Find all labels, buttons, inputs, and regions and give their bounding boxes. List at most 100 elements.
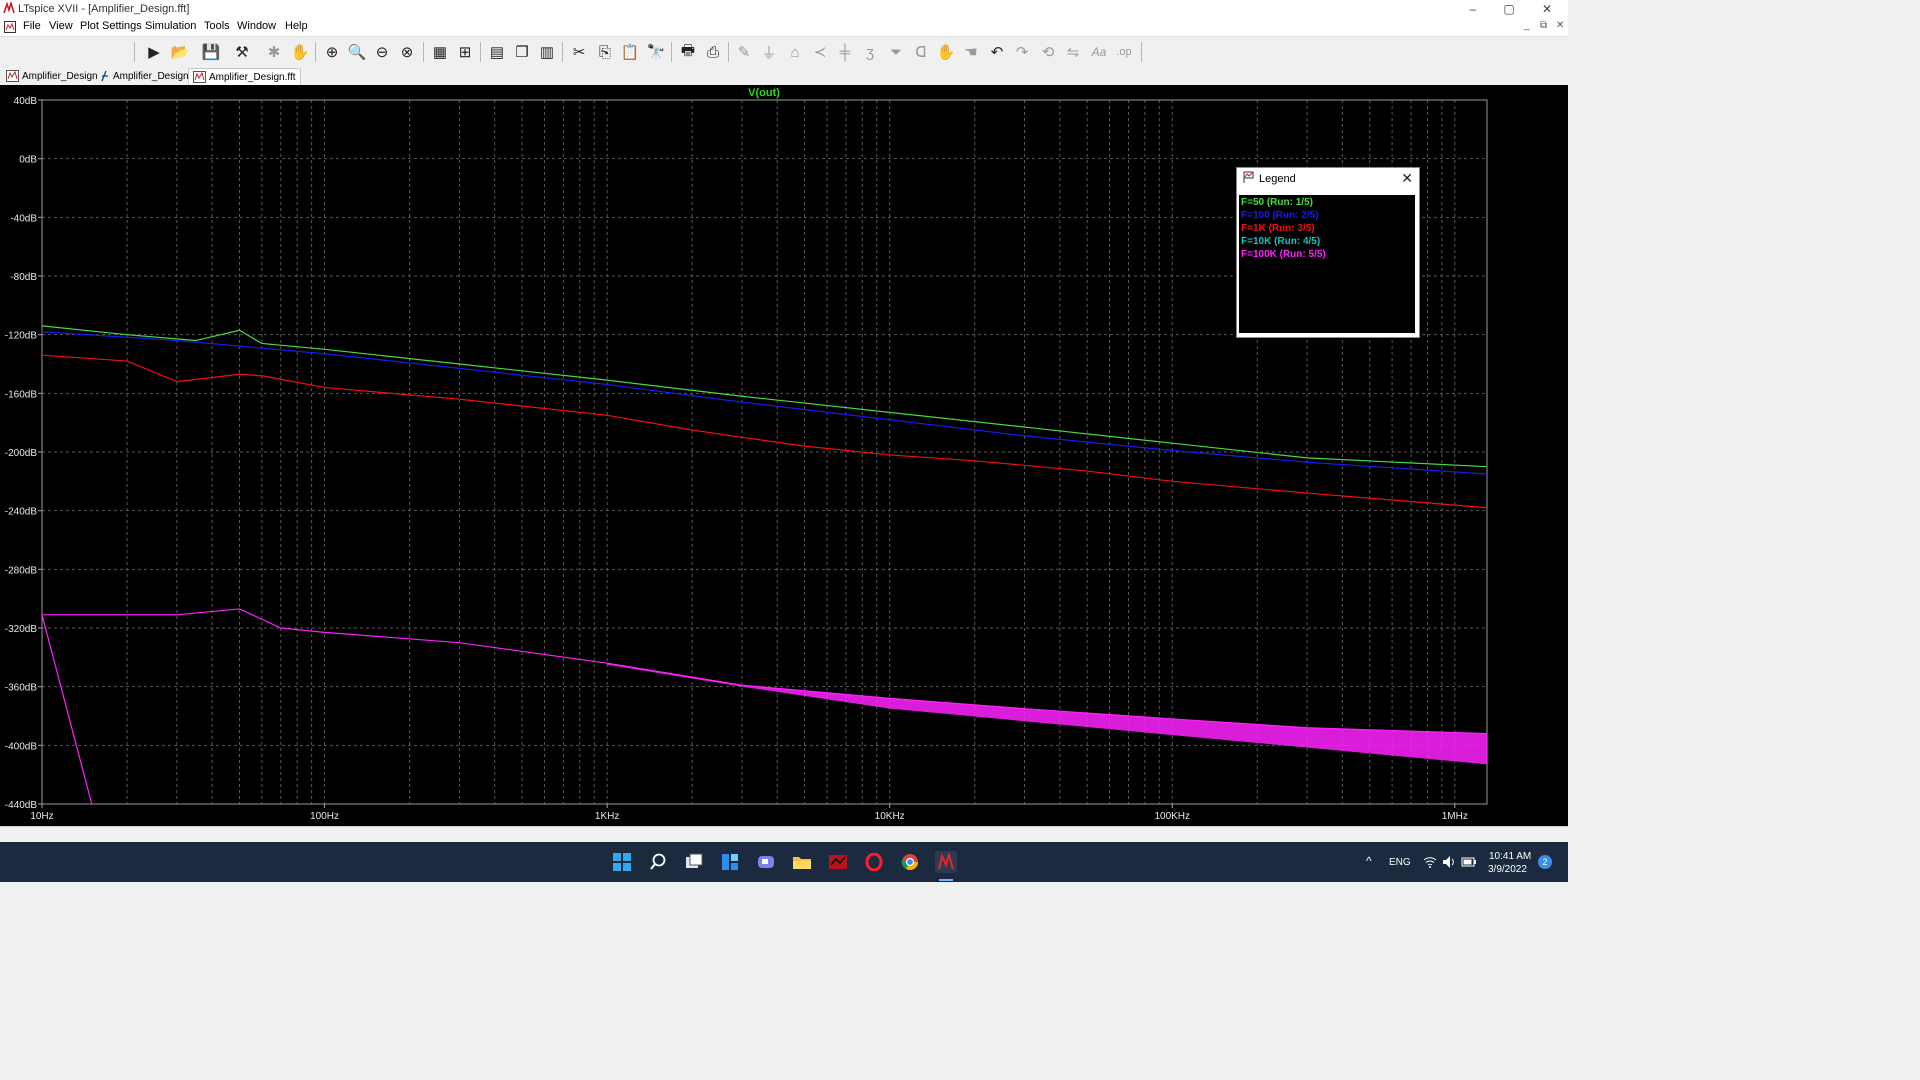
drag-icon[interactable]: ☚ [960, 41, 982, 63]
task-view-icon[interactable] [683, 851, 705, 873]
rotate-icon[interactable]: ⟲ [1037, 41, 1059, 63]
tile-horizontal-icon[interactable]: ▤ [486, 41, 508, 63]
tab-schematic[interactable]: Amplifier_Design [6, 68, 98, 84]
tab-waveform[interactable]: Amplifier_Design [100, 68, 189, 84]
run-icon[interactable]: ▶ [143, 41, 165, 63]
mirror-icon[interactable]: ⇋ [1062, 41, 1084, 63]
language-indicator[interactable]: ENG [1389, 857, 1411, 868]
clock-date[interactable]: 3/9/2022 [1488, 864, 1527, 875]
save-icon[interactable]: 💾 [200, 41, 222, 63]
x-tick-label: 10Hz [30, 811, 53, 822]
legend-entry-run-5[interactable]: F=100K (Run: 5/5) [1241, 249, 1326, 260]
maximize-button[interactable]: ▢ [1492, 1, 1526, 17]
menu-simulation[interactable]: Simulation [145, 20, 196, 32]
zoom-out-icon[interactable]: ⊖ [371, 41, 393, 63]
tray-overflow-chevron[interactable]: ^ [1366, 854, 1372, 868]
legend-entry-run-4[interactable]: F=10K (Run: 4/5) [1241, 236, 1320, 247]
control-panel-icon[interactable]: ⚒ [231, 41, 253, 63]
fft-icon [193, 71, 206, 83]
capacitor-icon[interactable]: ╪ [834, 41, 856, 63]
widgets-icon[interactable] [719, 851, 741, 873]
search-icon[interactable] [647, 851, 669, 873]
ltspice-icon[interactable] [935, 851, 957, 873]
chat-icon[interactable] [755, 851, 777, 873]
move-icon[interactable]: ✋ [935, 41, 957, 63]
mdi-minimize-button[interactable]: _ [1524, 20, 1530, 31]
label-icon[interactable]: ⌂ [784, 41, 806, 63]
minimize-button[interactable]: – [1456, 1, 1490, 17]
ground-icon[interactable]: ⏚ [758, 41, 780, 63]
toolbar-separator [480, 42, 481, 62]
x-tick-label: 100Hz [310, 811, 339, 822]
legend-window[interactable]: Legend ✕ F=50 (Run: 1/5) F=100 (Run: 2/5… [1236, 167, 1420, 338]
document-tabs: Amplifier_Design Amplifier_Design Amplif… [0, 67, 1568, 85]
series-line-run-3 [41, 354, 1488, 509]
menu-plot-settings[interactable]: Plot Settings [80, 20, 142, 32]
volume-icon[interactable] [1442, 855, 1456, 869]
resistor-icon[interactable]: ≺ [809, 41, 831, 63]
opera-icon[interactable] [863, 851, 885, 873]
halt-icon[interactable]: ✱ [263, 41, 285, 63]
legend-close-button[interactable]: ✕ [1401, 170, 1413, 187]
tab-label: Amplifier_Design [113, 70, 189, 82]
tile-vertical-icon[interactable]: ▥ [536, 41, 558, 63]
series-line-run-2 [41, 331, 1488, 475]
menu-help[interactable]: Help [285, 20, 308, 32]
wire-icon[interactable]: ✎ [733, 41, 755, 63]
chrome-icon[interactable] [899, 851, 921, 873]
print-icon[interactable]: 🖶 [677, 41, 699, 63]
menu-tools[interactable]: Tools [204, 20, 230, 32]
toolbar-separator [1141, 42, 1142, 62]
mdi-close-button[interactable]: ✕ [1556, 20, 1564, 31]
series-band-run-5 [607, 663, 1487, 765]
legend-entry-run-2[interactable]: F=100 (Run: 2/5) [1241, 210, 1319, 221]
wifi-icon[interactable] [1423, 856, 1437, 868]
x-axis-ticks: 10Hz 100Hz 1KHz 10KHz 100KHz 1MHz [30, 804, 1468, 822]
pan-hand-icon[interactable]: ✋ [289, 41, 311, 63]
file-explorer-icon[interactable] [791, 851, 813, 873]
app-red-icon[interactable] [827, 851, 849, 873]
legend-entry-run-3[interactable]: F=1K (Run: 3/5) [1241, 223, 1315, 234]
notification-badge[interactable]: 2 [1538, 855, 1552, 869]
battery-icon[interactable] [1461, 856, 1477, 868]
tab-fft[interactable]: Amplifier_Design.fft [188, 68, 301, 85]
component-icon[interactable]: ᗡ [910, 41, 932, 63]
spice-directive-icon[interactable]: .op [1113, 41, 1135, 63]
inductor-icon[interactable]: ʒ [859, 41, 881, 63]
autorange-icon[interactable]: ▦ [429, 41, 451, 63]
document-icon[interactable] [4, 21, 16, 33]
legend-entry-run-1[interactable]: F=50 (Run: 1/5) [1241, 197, 1313, 208]
paste-icon[interactable]: 📋 [619, 41, 641, 63]
clock-time[interactable]: 10:41 AM [1489, 851, 1531, 862]
copy-icon[interactable]: ⎘ [594, 41, 616, 63]
print-preview-icon[interactable]: ⎙ [702, 41, 724, 63]
series-line-run-1 [41, 325, 1488, 468]
toolbar-separator [423, 42, 424, 62]
zoom-in-icon[interactable]: ⊕ [321, 41, 343, 63]
diode-icon[interactable]: ⏷ [885, 41, 907, 63]
cut-icon[interactable]: ✂ [568, 41, 590, 63]
find-icon[interactable]: 🔭 [645, 41, 667, 63]
open-icon[interactable]: 📂 [169, 41, 191, 63]
zoom-fit-icon[interactable]: ⊗ [396, 41, 418, 63]
x-tick-label: 1MHz [1442, 811, 1468, 822]
text-icon[interactable]: Aa [1088, 41, 1110, 63]
y-tick-label: 0dB [19, 155, 37, 166]
legend-header[interactable]: Legend ✕ [1237, 168, 1419, 190]
grid-icon[interactable]: ⊞ [454, 41, 476, 63]
zoom-area-icon[interactable]: 🔍 [346, 41, 368, 63]
y-tick-label: -80dB [10, 272, 37, 283]
trace-title[interactable]: V(out) [748, 87, 780, 99]
undo-icon[interactable]: ↶ [986, 41, 1008, 63]
close-button[interactable]: ✕ [1530, 1, 1564, 17]
start-icon[interactable] [611, 851, 633, 873]
ltspice-app-icon [3, 2, 15, 14]
redo-icon[interactable]: ↷ [1011, 41, 1033, 63]
menu-file[interactable]: File [23, 20, 41, 32]
menu-view[interactable]: View [49, 20, 73, 32]
menu-window[interactable]: Window [237, 20, 276, 32]
mdi-restore-button[interactable]: ⧉ [1540, 20, 1547, 31]
series-drop-run-5 [41, 614, 93, 805]
y-tick-label: -400dB [5, 741, 38, 752]
cascade-icon[interactable]: ❐ [511, 41, 533, 63]
